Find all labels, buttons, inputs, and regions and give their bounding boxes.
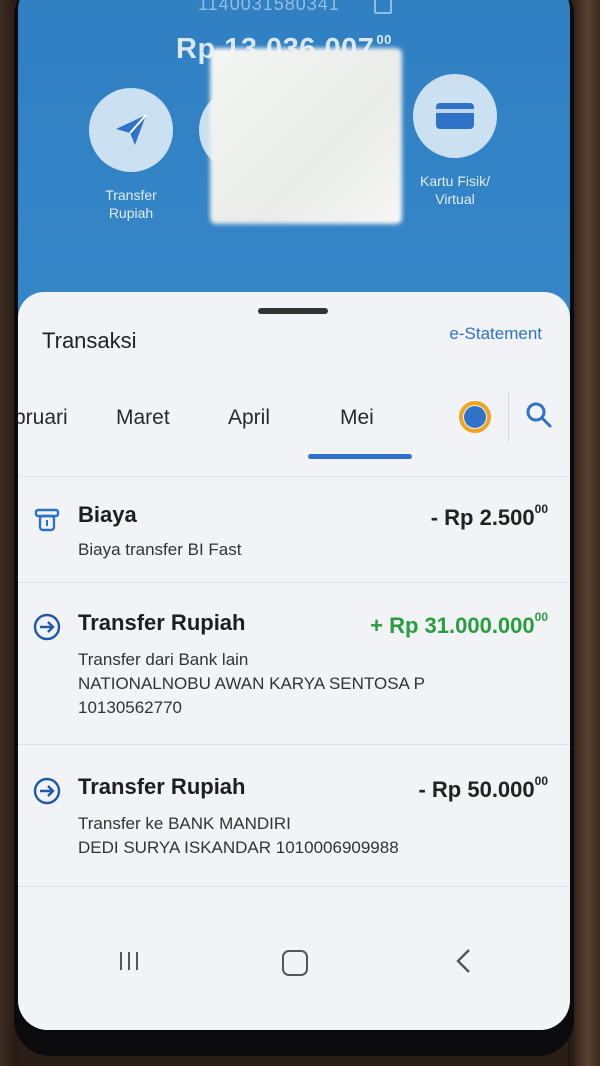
system-nav-bar: [18, 932, 570, 1012]
copy-icon[interactable]: [374, 0, 392, 14]
tab-maret[interactable]: Maret: [116, 406, 170, 430]
transaction-title: Transfer Rupiah: [78, 610, 246, 635]
action-label-line1: Kartu Fisik/: [419, 173, 490, 189]
amount-decimals: 00: [534, 610, 548, 624]
amount-decimals: 00: [534, 774, 548, 788]
row-divider: [18, 744, 570, 745]
amount-decimals: 00: [534, 502, 548, 516]
tab-februari[interactable]: bruari: [18, 406, 68, 430]
transaction-detail: Transfer dari Bank lain: [78, 650, 249, 669]
search-icon[interactable]: [524, 400, 554, 430]
fee-icon: [34, 508, 60, 532]
assistant-icon[interactable]: [458, 400, 492, 434]
amount-value: + Rp 31.000.000: [370, 613, 535, 638]
redacted-area: [210, 48, 402, 224]
e-statement-link[interactable]: e-Statement: [449, 324, 542, 344]
action-label-line2: Virtual: [435, 191, 475, 207]
transaction-detail: NATIONALNOBU AWAN KARYA SENTOSA P: [78, 674, 426, 693]
sheet-title: Transaksi: [42, 328, 137, 353]
transaction-amount: + Rp 31.000.00000: [370, 610, 548, 639]
recent-apps-icon[interactable]: [116, 950, 142, 972]
back-icon[interactable]: [454, 948, 474, 974]
transaction-detail: Transfer ke BANK MANDIRI: [78, 814, 291, 833]
amount-value: - Rp 50.000: [418, 777, 535, 802]
transaction-row[interactable]: Biaya - Rp 2.50000 Biaya transfer BI Fas…: [18, 502, 570, 582]
home-icon[interactable]: [282, 950, 308, 976]
transaction-title: Transfer Rupiah: [78, 774, 246, 799]
transaction-amount: - Rp 50.00000: [418, 774, 548, 803]
active-tab-indicator: [308, 454, 412, 459]
transaction-amount: - Rp 2.50000: [431, 502, 548, 531]
action-label-line2: Rupiah: [108, 205, 154, 221]
transactions-sheet: Transaksi e-Statement bruari Maret April…: [18, 292, 570, 1030]
account-number: 1140031580341: [198, 0, 340, 14]
tab-april[interactable]: April: [228, 406, 270, 430]
app-screen: 1140031580341 Rp 13.036.00700 Transfer R…: [18, 0, 570, 1030]
month-tabs: bruari Maret April Mei: [18, 388, 570, 478]
action-kartu-fisik-virtual[interactable]: Kartu Fisik/ Virtual: [410, 74, 500, 208]
transaction-row[interactable]: Transfer Rupiah - Rp 50.00000 Transfer k…: [18, 774, 570, 884]
action-transfer-rupiah[interactable]: Transfer Rupiah: [86, 88, 176, 222]
transaction-row[interactable]: Transfer Rupiah + Rp 31.000.00000 Transf…: [18, 610, 570, 740]
transfer-out-icon: [33, 777, 61, 805]
amount-value: - Rp 2.500: [430, 505, 535, 530]
row-divider: [18, 886, 570, 887]
transaction-detail: DEDI SURYA ISKANDAR 1010006909988: [78, 838, 399, 857]
phone-frame: 1140031580341 Rp 13.036.00700 Transfer R…: [14, 0, 574, 1056]
paper-plane-icon: [89, 88, 173, 172]
tab-mei[interactable]: Mei: [340, 406, 374, 430]
transaction-detail: Biaya transfer BI Fast: [78, 540, 242, 559]
card-icon: [413, 74, 497, 158]
drag-handle[interactable]: [258, 308, 328, 314]
tabs-bottom-border: [18, 476, 570, 477]
action-label-line1: Transfer: [105, 187, 157, 203]
row-divider: [18, 582, 570, 583]
tabs-divider: [508, 392, 509, 442]
transfer-in-icon: [33, 613, 61, 641]
transaction-detail: 10130562770: [78, 698, 183, 717]
transaction-title: Biaya: [78, 502, 137, 527]
balance-decimals: 00: [376, 32, 392, 47]
